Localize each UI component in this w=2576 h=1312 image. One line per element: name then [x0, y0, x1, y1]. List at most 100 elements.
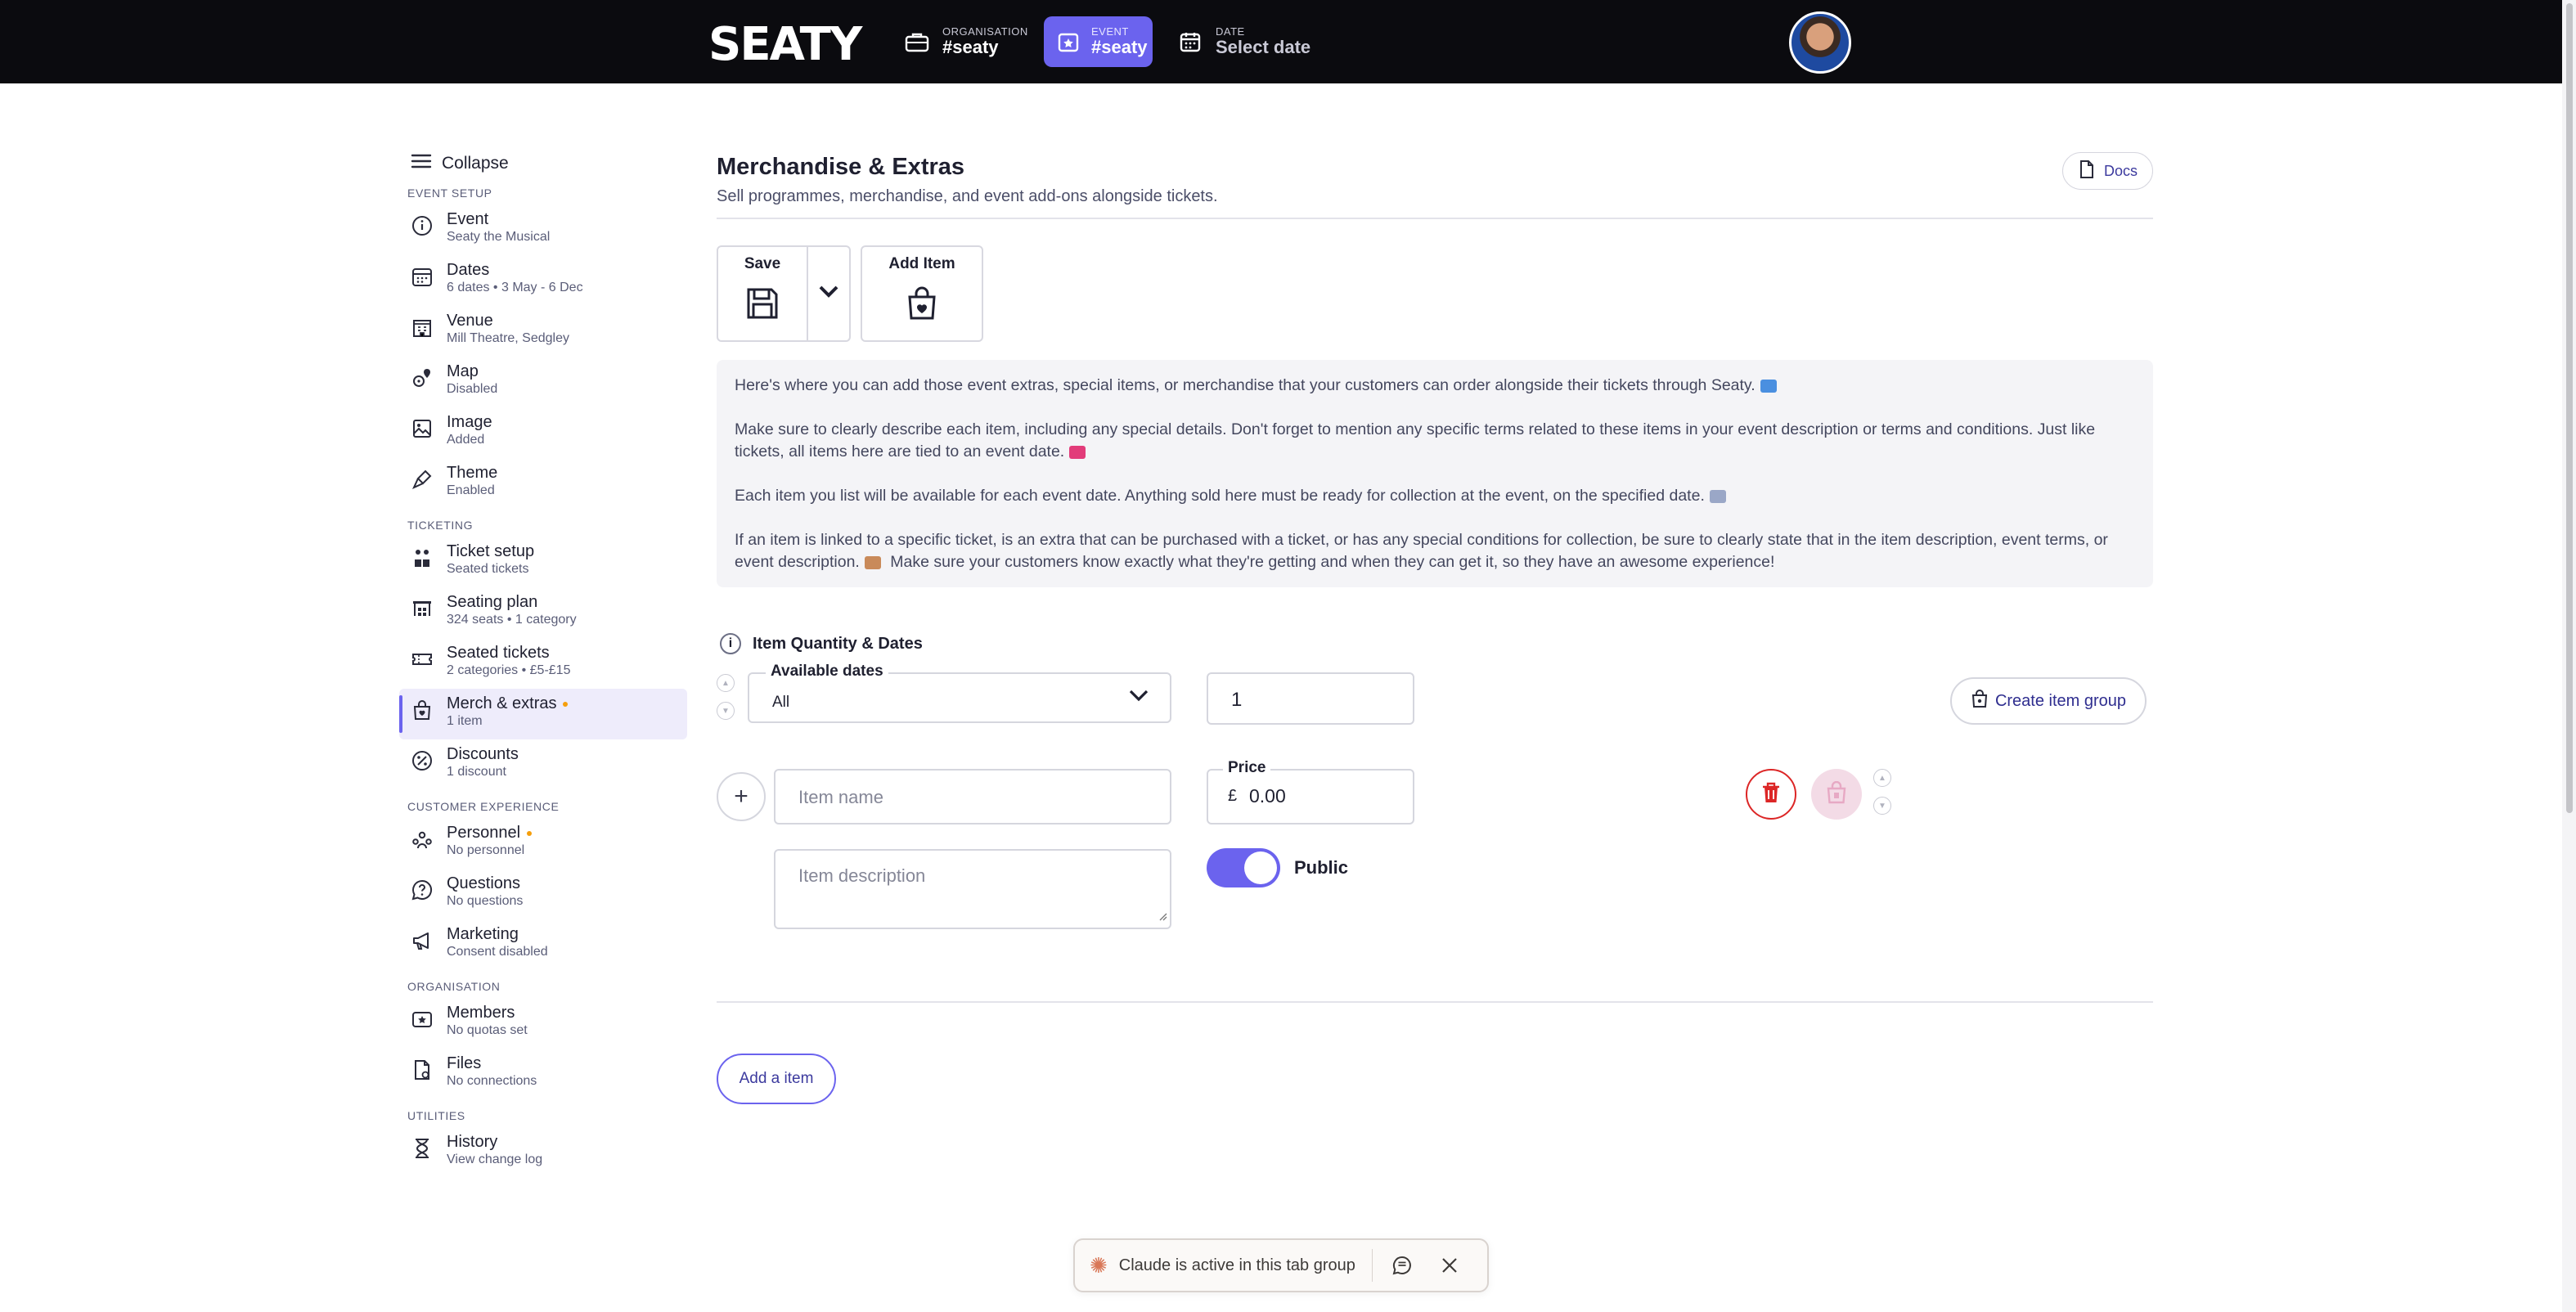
add-a-item-button[interactable]: Add a item: [717, 1054, 836, 1104]
sidebar-item-venue[interactable]: Venue Mill Theatre, Sedgley: [399, 306, 687, 357]
item-description-textarea[interactable]: Item description: [774, 849, 1171, 929]
chat-bubble-icon[interactable]: [1387, 1255, 1417, 1276]
docs-label: Docs: [2103, 162, 2138, 179]
sidebar-item-subtitle: 324 seats • 1 category: [447, 613, 577, 627]
sidebar-item-map[interactable]: Map Disabled: [399, 357, 687, 407]
sidebar-item-title: Files: [447, 1054, 482, 1072]
sidebar-item-merch-extras[interactable]: Merch & extras 1 item: [399, 689, 687, 739]
move-item-down-icon[interactable]: ▼: [1873, 797, 1891, 815]
sidebar-item-questions[interactable]: Questions No questions: [399, 869, 687, 919]
chevron-down-icon: [818, 284, 839, 303]
sidebar-item-members[interactable]: Members No quotas set: [399, 998, 687, 1049]
sidebar-item-subtitle: Disabled: [447, 382, 498, 396]
create-item-group-button[interactable]: Create item group: [1950, 677, 2147, 725]
price-value: 0.00: [1249, 785, 1286, 807]
claude-spark-icon: ✺: [1090, 1252, 1108, 1278]
shopping-bag-heart-icon: [906, 286, 938, 326]
sidebar-item-seating-plan[interactable]: Seating plan 324 seats • 1 category: [399, 587, 687, 638]
sidebar-item-title: Ticket setup: [447, 542, 535, 560]
info-icon: [411, 214, 434, 237]
available-dates-label: Available dates: [766, 663, 888, 681]
section-event-setup: EVENT SETUP: [407, 186, 492, 200]
event-label: EVENT: [1091, 25, 1129, 38]
delete-item-button[interactable]: [1746, 769, 1796, 820]
info-text: Each item you list will be available for…: [735, 487, 1705, 505]
resize-handle-icon[interactable]: [1158, 910, 1167, 925]
organisation-selector[interactable]: ORGANISATION #seaty: [890, 16, 1041, 67]
brush-icon: [411, 468, 434, 491]
move-item-up-icon[interactable]: ▲: [1873, 769, 1891, 787]
organisation-value: #seaty: [942, 37, 999, 58]
ticket-icon: [411, 648, 434, 671]
save-button[interactable]: Save: [717, 245, 808, 342]
item-group-button[interactable]: [1811, 769, 1862, 820]
close-icon[interactable]: [1435, 1256, 1464, 1274]
sidebar-item-title: Event: [447, 210, 489, 228]
item-name-input[interactable]: Item name: [774, 769, 1171, 824]
megaphone-icon: [411, 929, 434, 952]
image-icon: [411, 417, 434, 440]
sidebar-item-title: Members: [447, 1004, 515, 1022]
sidebar-item-title: History: [447, 1133, 498, 1151]
claude-status-bar: ✺ Claude is active in this tab group: [1073, 1238, 1489, 1292]
main-content: Merchandise & Extras Sell programmes, me…: [717, 151, 2153, 1104]
sidebar-item-seated-tickets[interactable]: Seated tickets 2 categories • £5-£15: [399, 638, 687, 689]
sidebar-item-subtitle: Enabled: [447, 483, 495, 497]
sidebar-item-ticket-setup[interactable]: Ticket setup Seated tickets: [399, 537, 687, 587]
move-down-icon[interactable]: ▼: [717, 702, 735, 720]
sidebar-item-files[interactable]: Files No connections: [399, 1049, 687, 1099]
sidebar-item-personnel[interactable]: Personnel No personnel: [399, 818, 687, 869]
event-value: #seaty: [1091, 37, 1148, 58]
floppy-disk-icon: [745, 286, 780, 326]
sidebar-item-image[interactable]: Image Added: [399, 407, 687, 458]
sidebar-item-subtitle: No connections: [447, 1074, 537, 1088]
sidebar-item-title: Seated tickets: [447, 644, 550, 662]
save-label: Save: [744, 255, 781, 272]
shopping-bags-emoji-icon: [1760, 379, 1777, 393]
scrollbar-thumb[interactable]: [2566, 3, 2573, 813]
price-input[interactable]: Price £ 0.00: [1207, 759, 1414, 824]
member-card-icon: [411, 1008, 434, 1031]
move-up-icon[interactable]: ▲: [717, 674, 735, 692]
add-item-toolbar-button[interactable]: Add Item: [861, 245, 983, 342]
quantity-field[interactable]: 1: [1207, 672, 1414, 725]
date-value: Select date: [1216, 37, 1311, 58]
claude-status-text: Claude is active in this tab group: [1118, 1256, 1355, 1274]
sidebar-item-subtitle: No personnel: [447, 843, 525, 857]
toggle-knob: [1244, 851, 1277, 884]
sidebar-item-subtitle: 2 categories • £5-£15: [447, 663, 571, 677]
info-icon[interactable]: i: [720, 633, 741, 654]
sidebar-item-dates[interactable]: Dates 6 dates • 3 May - 6 Dec: [399, 255, 687, 306]
top-bar: SEATY ORGANISATION #seaty EVENT #seaty D…: [0, 0, 2562, 83]
docs-button[interactable]: Docs: [2061, 152, 2153, 190]
theatre-icon: [411, 597, 434, 620]
item-description-placeholder: Item description: [798, 865, 926, 886]
public-toggle[interactable]: [1207, 848, 1280, 887]
percent-icon: [411, 749, 434, 772]
sidebar-item-marketing[interactable]: Marketing Consent disabled: [399, 919, 687, 970]
sidebar-item-event[interactable]: Event Seaty the Musical: [399, 204, 687, 255]
info-paragraph: If an item is linked to a specific ticke…: [735, 529, 2135, 573]
sidebar-item-title: Personnel: [447, 824, 521, 842]
date-selector[interactable]: DATE Select date: [1163, 16, 1324, 67]
sidebar-item-title: Dates: [447, 261, 490, 279]
calendar-icon: [411, 265, 434, 288]
shopping-bag-icon: [411, 699, 434, 721]
sidebar-item-history[interactable]: History View change log: [399, 1127, 687, 1178]
document-icon: [2078, 160, 2097, 183]
attention-indicator: [527, 830, 533, 836]
available-dates-select[interactable]: Available dates All: [748, 663, 1171, 723]
info-paragraph: Make sure to clearly describe each item,…: [735, 419, 2135, 463]
user-avatar[interactable]: [1789, 11, 1851, 74]
sidebar-item-subtitle: Added: [447, 433, 485, 447]
collapse-button[interactable]: Collapse: [411, 151, 687, 177]
sidebar-item-discounts[interactable]: Discounts 1 discount: [399, 739, 687, 790]
toolbar: Save Add Item: [717, 245, 983, 342]
event-selector[interactable]: EVENT #seaty: [1044, 16, 1153, 67]
building-icon: [411, 316, 434, 339]
save-options-dropdown[interactable]: [808, 245, 851, 342]
info-text: Make sure your customers know exactly wh…: [890, 553, 1775, 571]
sidebar-item-theme[interactable]: Theme Enabled: [399, 458, 687, 509]
seaty-logo[interactable]: SEATY: [708, 18, 862, 71]
add-variant-button[interactable]: +: [717, 772, 766, 821]
